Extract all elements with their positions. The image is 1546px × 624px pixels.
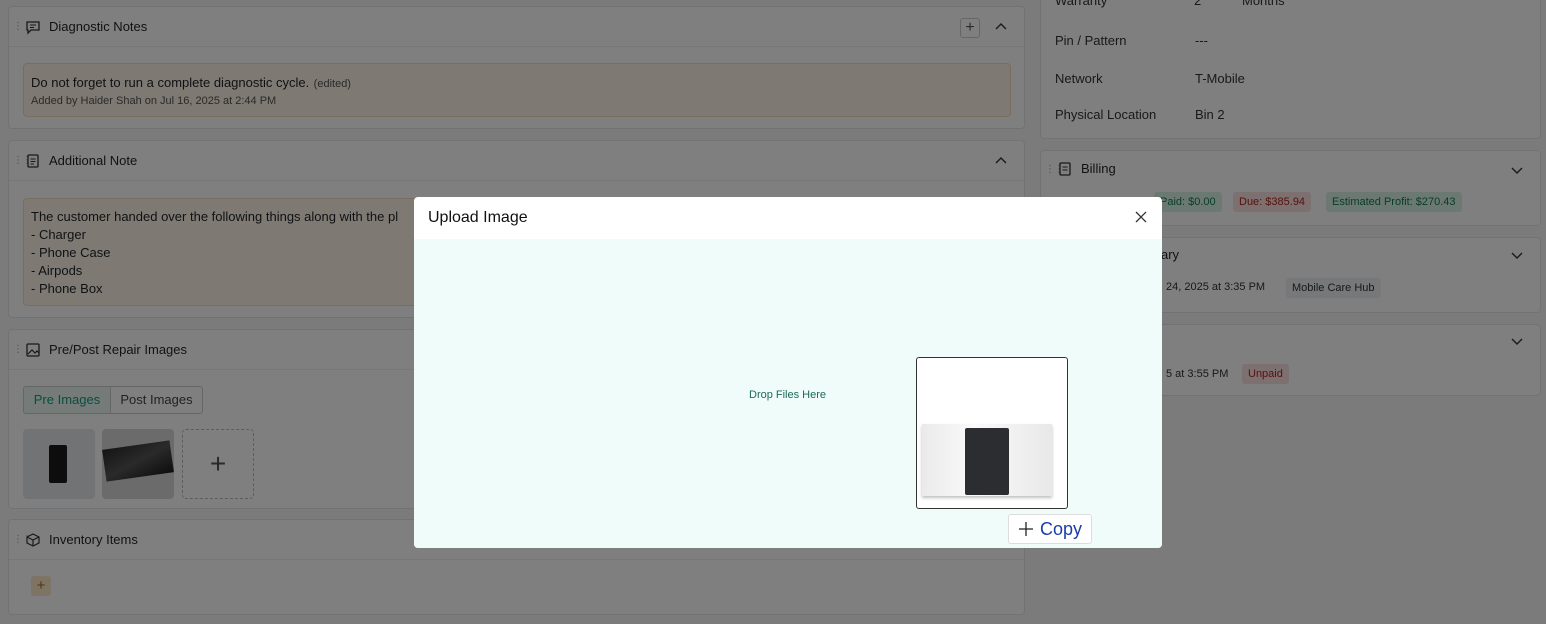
drop-files-text: Drop Files Here <box>749 389 827 401</box>
upload-image-modal: Upload Image Drop Files Here Copy <box>414 197 1162 548</box>
preview-photo <box>922 424 1052 496</box>
close-icon[interactable] <box>1133 209 1149 225</box>
plus-icon <box>1018 522 1033 536</box>
copy-label: Copy <box>1039 518 1083 539</box>
image-preview <box>916 357 1068 509</box>
modal-title: Upload Image <box>428 209 528 226</box>
copy-button[interactable]: Copy <box>1008 514 1092 544</box>
file-dropzone[interactable]: Drop Files Here <box>414 239 1162 548</box>
